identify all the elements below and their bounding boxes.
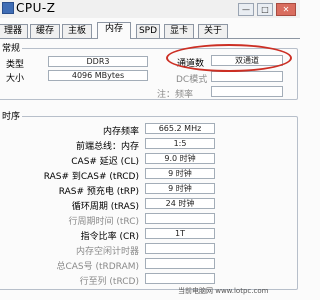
type-value: DDR3 <box>48 56 148 67</box>
timing-value <box>145 273 215 284</box>
tab-strip: 理器 缓存 主板 内存 SPD 显卡 关于 <box>0 22 300 39</box>
general-group-title: 常规 <box>0 41 23 54</box>
timing-value <box>145 243 215 254</box>
timing-label: 指令比率 (CR) <box>80 232 139 242</box>
window-controls: — □ ✕ <box>238 1 296 17</box>
timing-label: 前端总线：内存 <box>75 142 139 152</box>
timing-label: 内存频率 <box>102 127 139 137</box>
timing-label: CAS# 延迟 (CL) <box>71 157 139 167</box>
timing-value: 665.2 MHz <box>145 123 215 134</box>
minimize-button[interactable]: — <box>238 2 254 16</box>
note-frequency-label: 注：频率 <box>157 90 194 100</box>
tab-cache[interactable]: 缓存 <box>30 24 60 38</box>
timing-label: RAS# 预充电 (tRP) <box>58 187 139 197</box>
tab-about[interactable]: 关于 <box>198 24 228 38</box>
highlight-oval <box>166 44 292 72</box>
type-label: 类型 <box>6 60 25 70</box>
tab-memory[interactable]: 内存 <box>97 22 131 39</box>
dc-mode-label: DC模式 <box>176 75 208 85</box>
timing-value: 24 时钟 <box>145 198 215 209</box>
maximize-button[interactable]: □ <box>257 2 273 16</box>
timing-label: 行至列 (tRCD) <box>79 277 139 287</box>
timing-label: 循环周期 (tRAS) <box>71 202 139 212</box>
note-frequency-value <box>211 86 283 97</box>
timing-label: 总CAS号 (tRDRAM) <box>56 262 139 272</box>
cpuz-app-icon <box>2 2 14 14</box>
dc-mode-value <box>211 71 283 82</box>
timing-value: 1:5 <box>145 138 215 149</box>
timings-group-title: 时序 <box>0 109 23 122</box>
timing-value: 9 时钟 <box>145 183 215 194</box>
timing-value: 9 时钟 <box>145 168 215 179</box>
tab-graphics[interactable]: 显卡 <box>164 24 194 38</box>
timing-label: RAS# 到CAS# (tRCD) <box>43 172 139 182</box>
timing-value <box>145 213 215 224</box>
timing-label: 行周期时间 (tRC) <box>68 217 139 227</box>
window-title: CPU-Z <box>16 1 56 15</box>
close-button[interactable]: ✕ <box>276 2 296 16</box>
size-label: 大小 <box>6 74 25 84</box>
title-bar: CPU-Z — □ ✕ <box>0 0 300 18</box>
timing-label: 内存空闲计时器 <box>75 247 139 257</box>
tab-spd[interactable]: SPD <box>136 24 160 38</box>
tab-processor[interactable]: 理器 <box>0 24 28 38</box>
timing-value: 1T <box>145 228 215 239</box>
watermark: 当前电脑网 www.lotpc.com <box>178 287 269 295</box>
timing-value: 9.0 时钟 <box>145 153 215 164</box>
tab-mainboard[interactable]: 主板 <box>62 24 92 38</box>
size-value: 4096 MBytes <box>48 70 148 81</box>
timing-value <box>145 258 215 269</box>
